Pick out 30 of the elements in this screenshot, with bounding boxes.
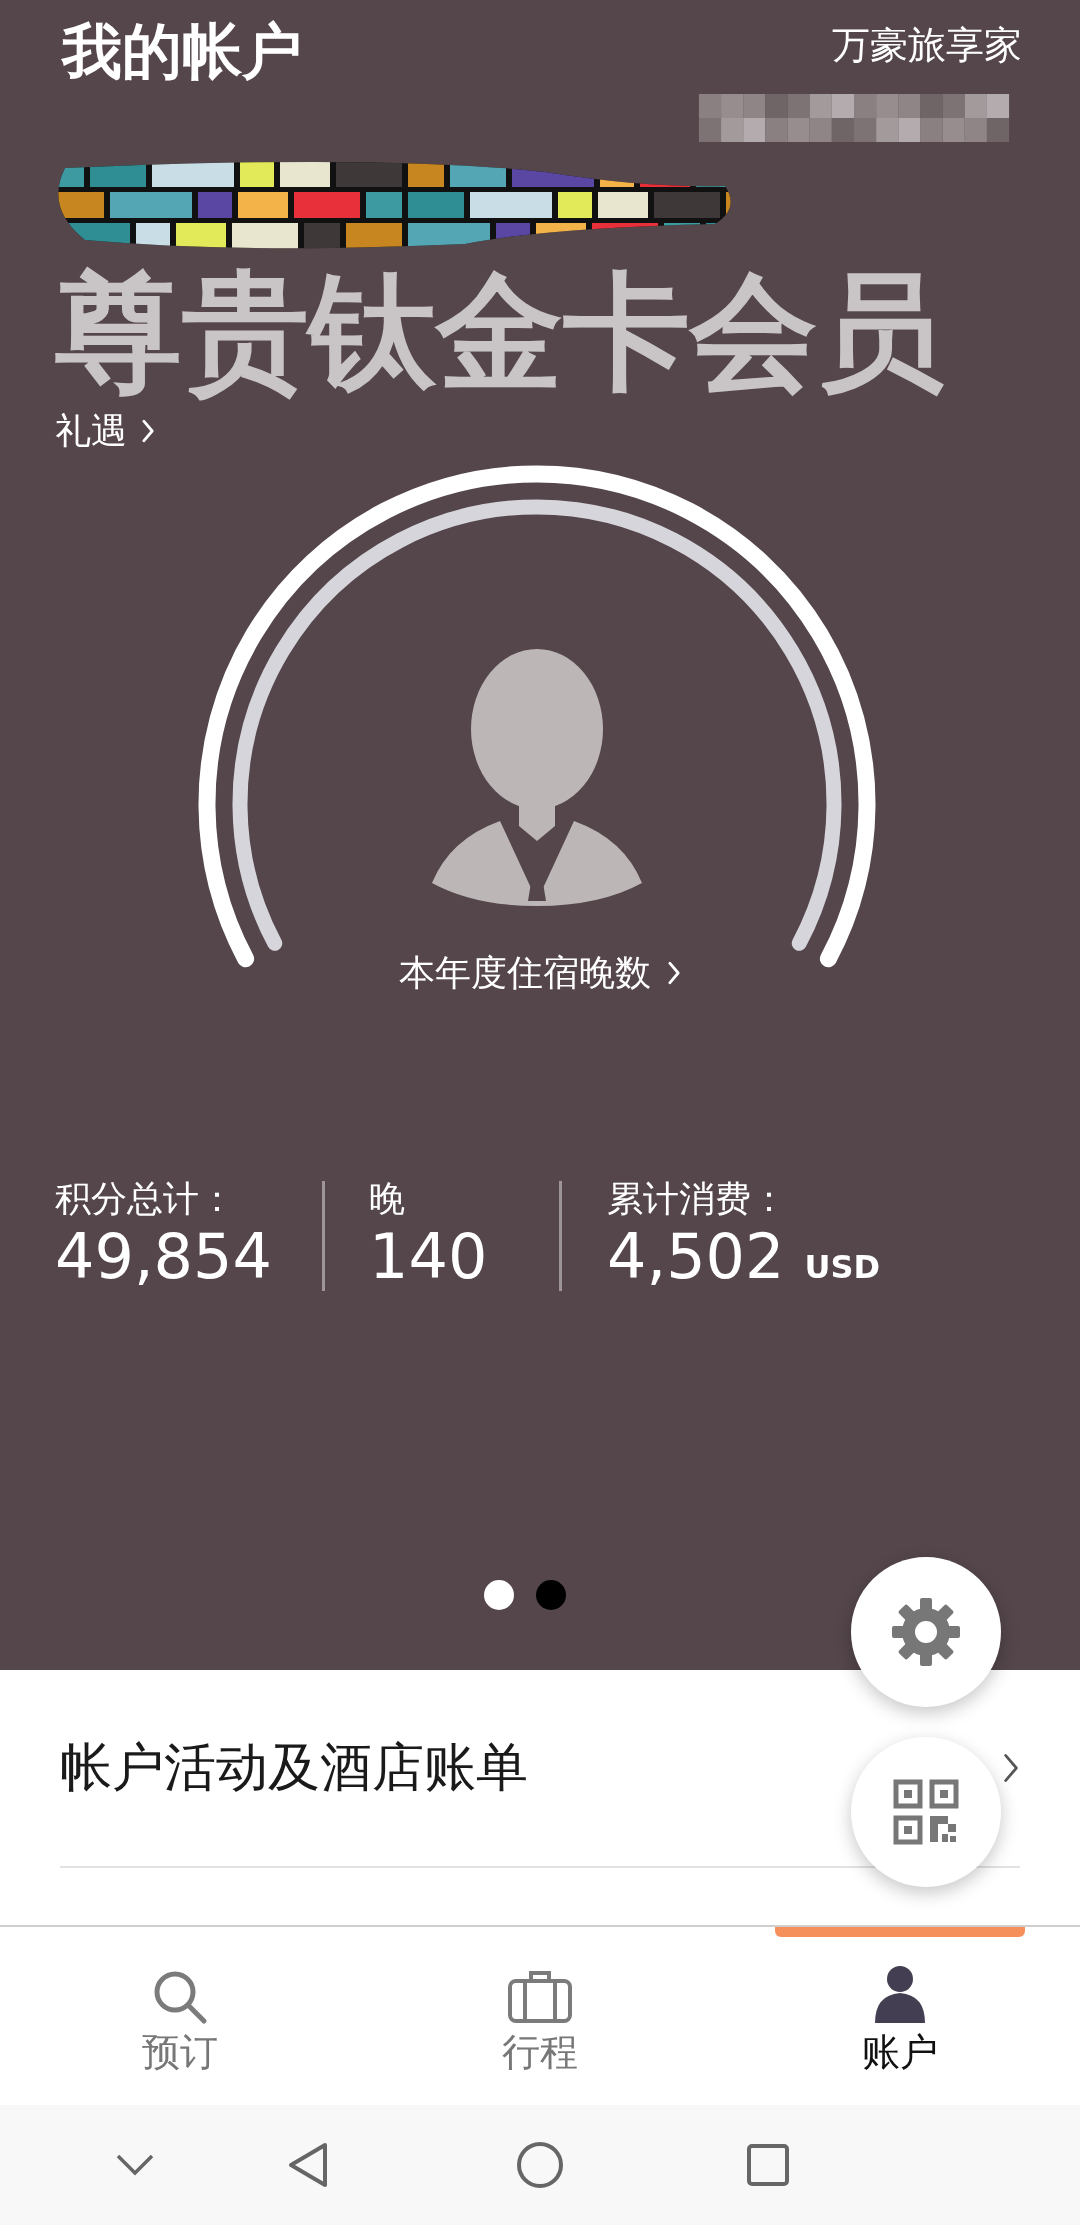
page-dot[interactable] <box>484 1580 514 1610</box>
stat-value: 4,502 <box>607 1221 785 1293</box>
avatar-icon <box>432 649 642 906</box>
qr-code-icon <box>893 1779 959 1845</box>
stat-label: 积分总计： <box>55 1177 236 1221</box>
home-icon[interactable] <box>516 2141 564 2189</box>
menu-label: 帐户活动及酒店账单 <box>60 1736 528 1799</box>
nav-tab[interactable]: 预订 <box>0 1927 360 2105</box>
benefits-link[interactable]: 礼遇 <box>55 407 155 455</box>
suitcase-icon <box>507 1969 573 2025</box>
nav-tab[interactable]: 账户 <box>720 1927 1080 2105</box>
person-icon <box>872 1965 928 2025</box>
page-dot[interactable] <box>536 1580 566 1610</box>
stat-label: 晚 <box>369 1177 406 1221</box>
stat-label: 累计消费： <box>607 1177 788 1221</box>
nav-tab[interactable]: 行程 <box>360 1927 720 2105</box>
tier-name: 尊贵钛金卡会员 <box>55 257 944 407</box>
stat-value: 140 <box>369 1221 488 1293</box>
stat-unit: USD <box>804 1248 881 1286</box>
search-icon <box>152 1969 208 2025</box>
nights-link[interactable]: 本年度住宿晚数 <box>399 949 681 997</box>
chevron-icon <box>141 418 155 444</box>
settings-icon <box>890 1596 962 1668</box>
recents-icon[interactable] <box>746 2143 790 2187</box>
chevron-icon <box>667 960 681 986</box>
back-icon[interactable] <box>287 2142 329 2188</box>
stat-value: 49,854 <box>55 1221 272 1293</box>
page-title: 我的帐户 <box>62 15 302 88</box>
brand-name: 万豪旅享家 <box>832 22 1022 69</box>
collapse-icon[interactable] <box>115 2153 155 2177</box>
